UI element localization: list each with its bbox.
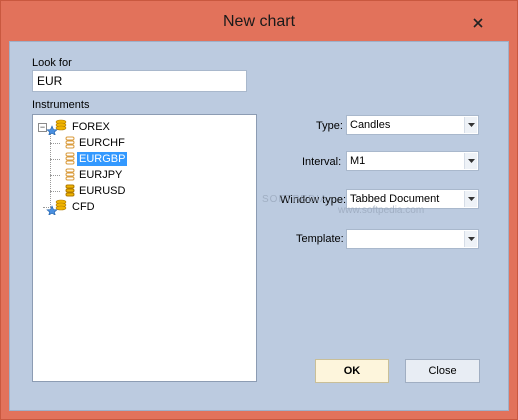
close-button[interactable]: Close	[405, 359, 480, 383]
interval-label: Interval:	[302, 156, 342, 168]
type-dropdown[interactable]: Candles	[346, 115, 479, 135]
tree-group-cfd[interactable]: CFD	[46, 199, 97, 215]
instruments-label: Instruments	[32, 99, 90, 111]
tree-item-label: EURUSD	[79, 185, 126, 197]
coin-stack-icon	[65, 152, 75, 165]
tree-item-eurchf[interactable]: EURCHF	[63, 135, 127, 151]
coin-stack-icon	[65, 168, 75, 181]
watermark-text: SOFTPEDIA	[262, 194, 328, 205]
title-bar[interactable]: New chart	[1, 1, 517, 41]
template-dropdown[interactable]	[346, 229, 479, 249]
type-value: Candles	[350, 119, 391, 131]
coin-stack-gold-icon	[65, 184, 75, 197]
watermark-url: www.softpedia.com	[338, 205, 425, 216]
tree-item-label: EURGBP	[77, 152, 128, 166]
tree-item-eurusd[interactable]: EURUSD	[63, 183, 127, 199]
ok-button[interactable]: OK	[315, 359, 389, 383]
interval-dropdown[interactable]: M1	[346, 151, 479, 171]
dialog-body: Look for Instruments − FOREX	[9, 41, 509, 411]
tree-item-label: EURCHF	[79, 137, 125, 149]
close-window-button[interactable]	[462, 13, 494, 33]
interval-value: M1	[350, 155, 366, 167]
close-icon	[473, 18, 483, 28]
look-for-label: Look for	[32, 57, 72, 69]
coin-stack-icon	[65, 136, 75, 149]
look-for-input[interactable]	[32, 70, 247, 92]
tree-item-eurjpy[interactable]: EURJPY	[63, 167, 124, 183]
dialog-title: New chart	[222, 13, 296, 30]
tree-item-eurgbp[interactable]: EURGBP	[63, 151, 128, 167]
tree-group-label: CFD	[72, 201, 95, 213]
tree-item-label: EURJPY	[79, 169, 123, 181]
template-label: Template:	[296, 233, 344, 245]
chevron-down-icon	[464, 117, 477, 133]
folder-star-icon	[46, 119, 67, 135]
tree-group-forex[interactable]: FOREX	[46, 119, 112, 135]
window-type-value: Tabbed Document	[350, 193, 440, 205]
chevron-down-icon	[464, 231, 477, 247]
chevron-down-icon	[464, 191, 477, 207]
tree-group-label: FOREX	[72, 121, 110, 133]
instruments-tree[interactable]: − FOREX EURCHF EURGBP EURJPY EURUSD CFD	[32, 114, 257, 382]
new-chart-dialog: New chart Look for Instruments −	[0, 0, 518, 420]
type-label: Type:	[316, 120, 343, 132]
folder-star-icon	[46, 199, 67, 215]
chevron-down-icon	[464, 153, 477, 169]
